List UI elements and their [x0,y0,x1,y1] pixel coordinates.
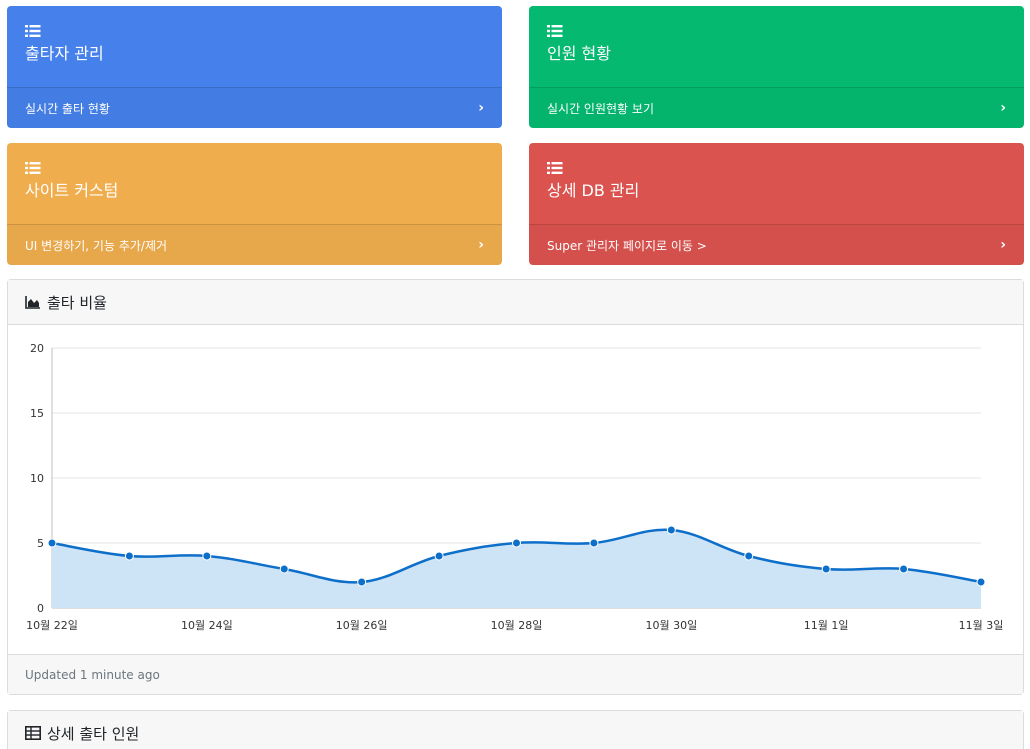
table-panel-header: 상세 출타 인원 [8,711,1023,749]
chart-panel: 출타 비율 0 5 10 15 20 10월 22일 10월 24일 10월 26일 10월 2… [7,279,1024,695]
card-site-custom: 사이트 커스텀 UI 변경하기, 기능 추가/제거 › [7,143,502,265]
x-tick-label: 10월 26일 [336,618,388,632]
card-link-label: 실시간 인원현황 보기 [547,101,654,116]
data-point [976,577,986,587]
area-chart-icon [25,296,40,309]
list-icon [547,162,563,174]
x-tick-label: 10월 24일 [181,618,233,632]
chart-panel-title: 출타 비율 [47,293,107,312]
card-title: 인원 현황 [547,44,611,63]
list-icon [25,162,41,174]
card-link-label: UI 변경하기, 기능 추가/제거 [25,238,168,253]
chevron-right-icon: › [1000,237,1006,253]
card-departure-management: 출타자 관리 실시간 출타 현황 › [7,6,502,128]
data-point [202,551,212,561]
card-title: 사이트 커스텀 [25,181,119,200]
y-tick-label: 0 [37,602,44,615]
data-point [357,577,367,587]
area-chart: 0 5 10 15 20 10월 22일 10월 24일 10월 26일 10월 28일 10월 … [26,342,1004,632]
table-panel: 상세 출타 인원 [7,710,1024,749]
x-tick-label: 11월 3일 [959,618,1004,632]
data-point [821,564,831,574]
card-link-realtime-personnel[interactable]: 실시간 인원현황 보기 › [529,87,1024,128]
x-tick-label: 10월 30일 [645,618,697,632]
chevron-right-icon: › [478,100,484,116]
card-db-management: 상세 DB 관리 Super 관리자 페이지로 이동 > › [529,143,1024,265]
chevron-right-icon: › [1000,100,1006,116]
chart-panel-footer: Updated 1 minute ago [8,654,1023,694]
chevron-right-icon: › [478,237,484,253]
card-link-super-admin[interactable]: Super 관리자 페이지로 이동 > › [529,224,1024,265]
data-point [434,551,444,561]
table-icon [25,726,41,740]
card-title: 출타자 관리 [25,44,104,63]
chart-panel-header: 출타 비율 [8,280,1023,325]
data-point [666,525,676,535]
data-point [744,551,754,561]
table-panel-title: 상세 출타 인원 [47,724,140,743]
data-point [47,538,57,548]
chart-updated-text: Updated 1 minute ago [25,667,160,682]
chart-area: 0 5 10 15 20 10월 22일 10월 24일 10월 26일 10월 28일 10월 … [8,325,1023,654]
x-tick-label: 10월 28일 [491,618,543,632]
card-link-label: Super 관리자 페이지로 이동 > [547,238,707,253]
y-tick-label: 20 [30,342,44,355]
y-tick-label: 10 [30,472,44,485]
data-point [899,564,909,574]
data-point [512,538,521,548]
list-icon [25,25,41,37]
x-tick-label: 10월 22일 [26,618,78,632]
card-title: 상세 DB 관리 [547,181,640,200]
y-tick-label: 5 [37,537,44,550]
data-point [124,551,134,561]
card-personnel-status: 인원 현황 실시간 인원현황 보기 › [529,6,1024,128]
card-link-ui-customize[interactable]: UI 변경하기, 기능 추가/제거 › [7,224,502,265]
y-tick-label: 15 [30,407,44,420]
data-point [279,564,289,574]
card-link-label: 실시간 출타 현황 [25,101,110,116]
card-link-realtime-departures[interactable]: 실시간 출타 현황 › [7,87,502,128]
x-tick-label: 11월 1일 [804,618,849,632]
data-point [589,538,599,548]
list-icon [547,25,563,37]
